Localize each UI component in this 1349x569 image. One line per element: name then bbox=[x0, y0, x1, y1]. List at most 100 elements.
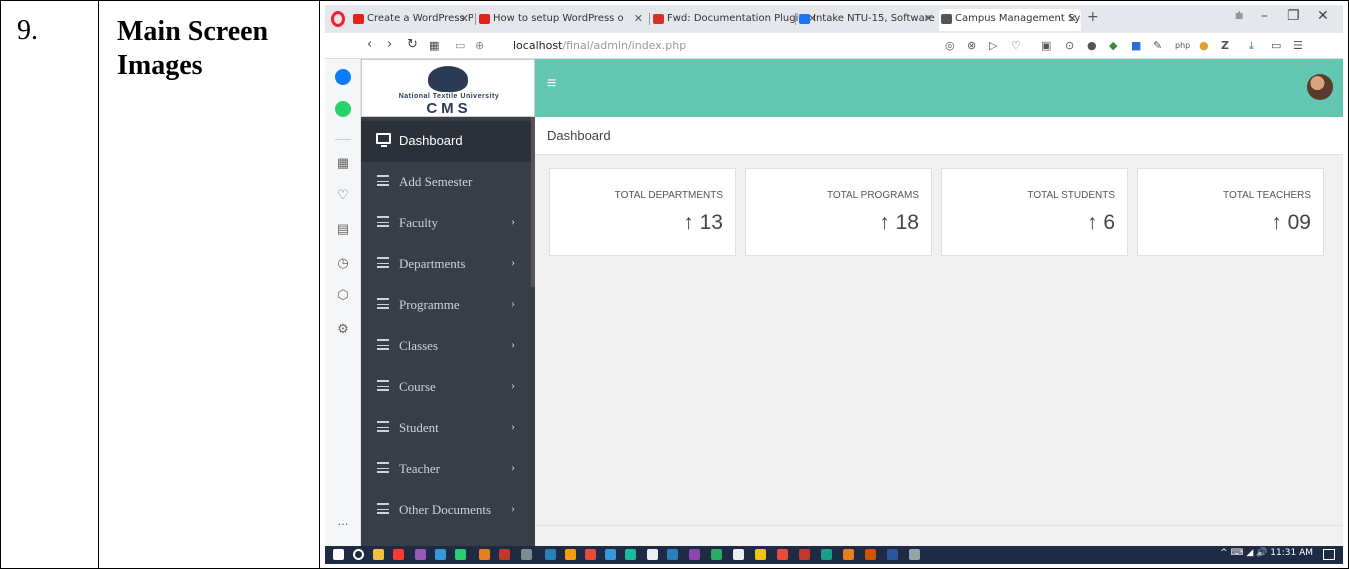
play-icon[interactable]: ▷ bbox=[989, 39, 997, 52]
tab-close-icon[interactable]: ✕ bbox=[1068, 9, 1077, 29]
search-icon[interactable] bbox=[353, 549, 364, 560]
extension-icon[interactable]: ⊙ bbox=[1065, 39, 1074, 52]
app-icon[interactable] bbox=[521, 549, 532, 560]
browser-tab-strip: Create a WordPress Plugin ✕ How to setup… bbox=[325, 5, 1343, 33]
messenger-icon[interactable] bbox=[335, 69, 351, 85]
extension-icon[interactable]: ✎ bbox=[1153, 39, 1162, 52]
sidebar-item-faculty[interactable]: Faculty › bbox=[361, 203, 531, 244]
app-icon[interactable] bbox=[415, 549, 426, 560]
stat-card-value: ↑ 18 bbox=[879, 211, 919, 234]
download-icon[interactable]: ⤓ bbox=[1249, 39, 1254, 53]
user-avatar[interactable] bbox=[1307, 74, 1333, 100]
speed-dial-icon[interactable]: ▦ bbox=[429, 39, 439, 52]
chrome-icon[interactable] bbox=[565, 549, 576, 560]
app-icon[interactable] bbox=[499, 549, 510, 560]
app-icon[interactable] bbox=[647, 549, 658, 560]
tab-close-icon[interactable]: ✕ bbox=[460, 9, 469, 29]
sidebar-item-dashboard[interactable]: Dashboard bbox=[361, 121, 531, 162]
app-icon[interactable] bbox=[545, 549, 556, 560]
whatsapp-icon[interactable] bbox=[335, 101, 351, 117]
opera-icon[interactable] bbox=[393, 549, 404, 560]
stat-card-value: ↑ 13 bbox=[683, 211, 723, 234]
settings-icon[interactable]: ⚙ bbox=[335, 321, 351, 337]
browser-tab[interactable]: Create a WordPress Plugin ✕ bbox=[351, 9, 473, 31]
windows-start-icon[interactable] bbox=[333, 549, 344, 560]
extension-icon[interactable]: ◆ bbox=[1109, 39, 1117, 52]
news-icon[interactable]: ▤ bbox=[335, 221, 351, 237]
z-icon[interactable]: Z bbox=[1221, 39, 1229, 52]
tab-close-icon[interactable]: ✕ bbox=[924, 9, 933, 29]
maximize-button[interactable]: ❐ bbox=[1287, 8, 1300, 24]
app-icon[interactable] bbox=[909, 549, 920, 560]
tab-close-icon[interactable]: ✕ bbox=[634, 9, 643, 29]
heart-icon[interactable]: ♡ bbox=[335, 187, 351, 203]
minimize-button[interactable]: – bbox=[1261, 8, 1268, 24]
app-icon[interactable] bbox=[585, 549, 596, 560]
notification-icon[interactable] bbox=[1323, 549, 1335, 560]
tab-menu-icon[interactable]: ⩧ bbox=[1235, 8, 1243, 24]
hamburger-menu-icon[interactable]: ≡ bbox=[547, 75, 556, 93]
opera-logo-icon[interactable] bbox=[331, 11, 345, 27]
sidebar-item-student[interactable]: Student › bbox=[361, 408, 531, 449]
app-icon[interactable] bbox=[667, 549, 678, 560]
stat-card-programs[interactable]: TOTAL PROGRAMS ↑ 18 bbox=[745, 168, 932, 256]
app-icon[interactable] bbox=[755, 549, 766, 560]
browser-tab[interactable]: Intake NTU-15, Software E ✕ bbox=[797, 9, 937, 31]
extension-icon[interactable]: ● bbox=[1199, 39, 1209, 52]
app-icon[interactable] bbox=[777, 549, 788, 560]
app-icon[interactable] bbox=[689, 549, 700, 560]
forward-icon[interactable]: › bbox=[387, 37, 392, 52]
camera-icon[interactable]: ◎ bbox=[945, 39, 955, 52]
file-explorer-icon[interactable] bbox=[373, 549, 384, 560]
sidebar-item-departments[interactable]: Departments › bbox=[361, 244, 531, 285]
app-icon[interactable] bbox=[625, 549, 636, 560]
sidebar-item-programme[interactable]: Programme › bbox=[361, 285, 531, 326]
cms-logo[interactable]: National Textile University CMS bbox=[361, 59, 535, 117]
gmail-icon bbox=[653, 14, 664, 24]
chevron-right-icon: › bbox=[511, 337, 515, 351]
close-window-button[interactable]: ✕ bbox=[1317, 8, 1329, 24]
app-icon[interactable] bbox=[479, 549, 490, 560]
more-icon[interactable]: ... bbox=[335, 513, 351, 529]
new-tab-button[interactable]: + bbox=[1087, 9, 1099, 25]
sidebar-item-other-documents[interactable]: Other Documents › bbox=[361, 490, 531, 531]
stat-card-students[interactable]: TOTAL STUDENTS ↑ 6 bbox=[941, 168, 1128, 256]
stat-card-departments[interactable]: TOTAL DEPARTMENTS ↑ 13 bbox=[549, 168, 736, 256]
reload-icon[interactable]: ↻ bbox=[407, 37, 418, 52]
history-icon[interactable]: ◷ bbox=[335, 255, 351, 271]
app-icon[interactable] bbox=[733, 549, 744, 560]
chevron-right-icon: › bbox=[511, 296, 515, 310]
back-icon[interactable]: ‹ bbox=[367, 37, 372, 52]
php-icon[interactable]: php bbox=[1175, 41, 1190, 50]
word-icon[interactable] bbox=[887, 549, 898, 560]
sidebar-item-teacher[interactable]: Teacher › bbox=[361, 449, 531, 490]
easy-setup-icon[interactable]: ☰ bbox=[1293, 39, 1303, 52]
heart-icon[interactable]: ♡ bbox=[1011, 39, 1021, 52]
filezilla-icon[interactable] bbox=[799, 549, 810, 560]
vlc-icon[interactable] bbox=[843, 549, 854, 560]
battery-icon[interactable]: ▭ bbox=[1271, 39, 1281, 52]
adblock-icon[interactable]: ⊗ bbox=[967, 39, 976, 52]
app-icon[interactable] bbox=[711, 549, 722, 560]
sidebar-item-classes[interactable]: Classes › bbox=[361, 326, 531, 367]
browser-tab[interactable]: How to setup WordPress o ✕ bbox=[477, 9, 647, 31]
system-tray[interactable]: ^ ⌨ ◢ 🔊 11:31 AM bbox=[1220, 548, 1313, 558]
speed-dial-icon[interactable]: ▦ bbox=[335, 155, 351, 171]
box-icon[interactable]: ⬡ bbox=[335, 287, 351, 303]
stat-card-teachers[interactable]: TOTAL TEACHERS ↑ 09 bbox=[1137, 168, 1324, 256]
extension-icon[interactable]: ■ bbox=[1131, 39, 1141, 52]
app-icon[interactable] bbox=[605, 549, 616, 560]
app-icon[interactable] bbox=[435, 549, 446, 560]
url-field[interactable]: localhost/final/admin/index.php bbox=[513, 39, 686, 52]
extension-icon[interactable]: ▣ bbox=[1041, 39, 1051, 52]
cms-app: National Textile University CMS ≡ Dashbo… bbox=[361, 59, 1343, 546]
sidebar-item-add-semester[interactable]: Add Semester bbox=[361, 162, 531, 203]
extension-icon[interactable]: ● bbox=[1087, 39, 1097, 52]
browser-tab-active[interactable]: Campus Management Syst ✕ bbox=[939, 9, 1081, 31]
app-icon[interactable] bbox=[821, 549, 832, 560]
sidebar-item-course[interactable]: Course › bbox=[361, 367, 531, 408]
app-icon[interactable] bbox=[865, 549, 876, 560]
dreamweaver-icon[interactable] bbox=[455, 549, 466, 560]
vpn-icon[interactable]: ▭ bbox=[455, 39, 465, 52]
windows-taskbar: ^ ⌨ ◢ 🔊 11:31 AM bbox=[325, 546, 1343, 564]
